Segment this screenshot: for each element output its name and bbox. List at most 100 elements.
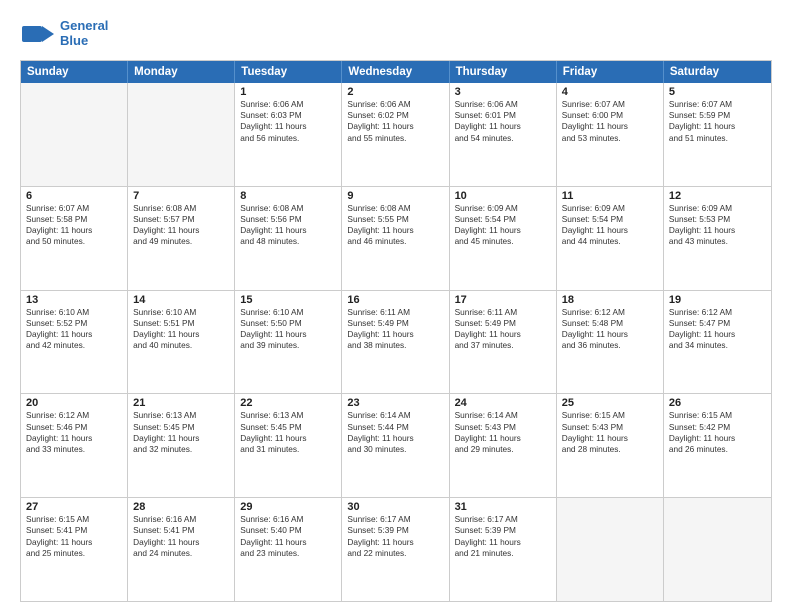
cell-line: Daylight: 11 hours (455, 433, 551, 444)
cell-line: and 45 minutes. (455, 236, 551, 247)
calendar-header-cell: Monday (128, 61, 235, 83)
day-number: 2 (347, 86, 443, 98)
calendar-cell: 15Sunrise: 6:10 AMSunset: 5:50 PMDayligh… (235, 291, 342, 394)
cell-line: Sunset: 5:56 PM (240, 214, 336, 225)
cell-line: Daylight: 11 hours (562, 329, 658, 340)
cell-line: and 56 minutes. (240, 133, 336, 144)
cell-line: Sunrise: 6:06 AM (455, 99, 551, 110)
calendar-header-cell: Friday (557, 61, 664, 83)
calendar-cell: 1Sunrise: 6:06 AMSunset: 6:03 PMDaylight… (235, 83, 342, 186)
cell-line: Daylight: 11 hours (26, 433, 122, 444)
day-number: 18 (562, 294, 658, 306)
cell-line: Sunrise: 6:06 AM (240, 99, 336, 110)
day-number: 28 (133, 501, 229, 513)
cell-line: Sunrise: 6:15 AM (26, 514, 122, 525)
day-number: 4 (562, 86, 658, 98)
calendar-cell: 23Sunrise: 6:14 AMSunset: 5:44 PMDayligh… (342, 394, 449, 497)
cell-line: and 43 minutes. (669, 236, 766, 247)
cell-line: and 49 minutes. (133, 236, 229, 247)
calendar-cell: 3Sunrise: 6:06 AMSunset: 6:01 PMDaylight… (450, 83, 557, 186)
cell-line: Sunrise: 6:15 AM (562, 410, 658, 421)
cell-line: Sunset: 5:52 PM (26, 318, 122, 329)
cell-line: and 50 minutes. (26, 236, 122, 247)
day-number: 19 (669, 294, 766, 306)
cell-line: and 34 minutes. (669, 340, 766, 351)
calendar-cell: 21Sunrise: 6:13 AMSunset: 5:45 PMDayligh… (128, 394, 235, 497)
cell-line: Sunrise: 6:09 AM (562, 203, 658, 214)
cell-line: Sunset: 5:43 PM (562, 422, 658, 433)
cell-line: Sunrise: 6:10 AM (240, 307, 336, 318)
cell-line: and 42 minutes. (26, 340, 122, 351)
cell-line: and 28 minutes. (562, 444, 658, 455)
calendar-cell: 6Sunrise: 6:07 AMSunset: 5:58 PMDaylight… (21, 187, 128, 290)
calendar-week: 13Sunrise: 6:10 AMSunset: 5:52 PMDayligh… (21, 291, 771, 395)
cell-line: Sunset: 5:40 PM (240, 525, 336, 536)
cell-line: Daylight: 11 hours (669, 121, 766, 132)
day-number: 30 (347, 501, 443, 513)
cell-line: Sunset: 5:42 PM (669, 422, 766, 433)
calendar-cell (21, 83, 128, 186)
cell-line: and 48 minutes. (240, 236, 336, 247)
calendar-cell (664, 498, 771, 601)
cell-line: Sunset: 5:45 PM (240, 422, 336, 433)
cell-line: Sunset: 5:49 PM (455, 318, 551, 329)
cell-line: Sunrise: 6:08 AM (133, 203, 229, 214)
page: General Blue SundayMondayTuesdayWednesda… (0, 0, 792, 612)
calendar-cell: 19Sunrise: 6:12 AMSunset: 5:47 PMDayligh… (664, 291, 771, 394)
calendar-week: 27Sunrise: 6:15 AMSunset: 5:41 PMDayligh… (21, 498, 771, 601)
cell-line: Daylight: 11 hours (455, 225, 551, 236)
cell-line: and 33 minutes. (26, 444, 122, 455)
calendar-cell: 8Sunrise: 6:08 AMSunset: 5:56 PMDaylight… (235, 187, 342, 290)
cell-line: Daylight: 11 hours (455, 121, 551, 132)
cell-line: Daylight: 11 hours (26, 537, 122, 548)
cell-line: Daylight: 11 hours (133, 537, 229, 548)
cell-line: and 38 minutes. (347, 340, 443, 351)
cell-line: Sunrise: 6:06 AM (347, 99, 443, 110)
cell-line: and 30 minutes. (347, 444, 443, 455)
calendar-cell: 2Sunrise: 6:06 AMSunset: 6:02 PMDaylight… (342, 83, 449, 186)
calendar-cell: 22Sunrise: 6:13 AMSunset: 5:45 PMDayligh… (235, 394, 342, 497)
cell-line: Daylight: 11 hours (347, 121, 443, 132)
cell-line: Daylight: 11 hours (240, 433, 336, 444)
cell-line: Sunset: 5:55 PM (347, 214, 443, 225)
day-number: 24 (455, 397, 551, 409)
cell-line: Daylight: 11 hours (26, 329, 122, 340)
cell-line: Sunset: 5:57 PM (133, 214, 229, 225)
calendar-cell (128, 83, 235, 186)
calendar-cell: 28Sunrise: 6:16 AMSunset: 5:41 PMDayligh… (128, 498, 235, 601)
calendar-cell: 30Sunrise: 6:17 AMSunset: 5:39 PMDayligh… (342, 498, 449, 601)
day-number: 12 (669, 190, 766, 202)
cell-line: and 24 minutes. (133, 548, 229, 559)
day-number: 29 (240, 501, 336, 513)
cell-line: and 46 minutes. (347, 236, 443, 247)
cell-line: and 40 minutes. (133, 340, 229, 351)
cell-line: and 22 minutes. (347, 548, 443, 559)
cell-line: Daylight: 11 hours (240, 329, 336, 340)
cell-line: Sunrise: 6:07 AM (669, 99, 766, 110)
cell-line: Sunset: 5:54 PM (562, 214, 658, 225)
cell-line: Sunrise: 6:17 AM (455, 514, 551, 525)
calendar-header: SundayMondayTuesdayWednesdayThursdayFrid… (21, 61, 771, 83)
cell-line: and 39 minutes. (240, 340, 336, 351)
day-number: 26 (669, 397, 766, 409)
day-number: 13 (26, 294, 122, 306)
calendar-cell: 25Sunrise: 6:15 AMSunset: 5:43 PMDayligh… (557, 394, 664, 497)
calendar-cell: 14Sunrise: 6:10 AMSunset: 5:51 PMDayligh… (128, 291, 235, 394)
cell-line: Sunset: 5:39 PM (347, 525, 443, 536)
calendar-cell: 10Sunrise: 6:09 AMSunset: 5:54 PMDayligh… (450, 187, 557, 290)
calendar-cell: 26Sunrise: 6:15 AMSunset: 5:42 PMDayligh… (664, 394, 771, 497)
cell-line: Daylight: 11 hours (347, 537, 443, 548)
day-number: 22 (240, 397, 336, 409)
cell-line: and 31 minutes. (240, 444, 336, 455)
day-number: 7 (133, 190, 229, 202)
cell-line: Sunrise: 6:16 AM (133, 514, 229, 525)
calendar-cell: 18Sunrise: 6:12 AMSunset: 5:48 PMDayligh… (557, 291, 664, 394)
cell-line: Daylight: 11 hours (133, 225, 229, 236)
cell-line: and 37 minutes. (455, 340, 551, 351)
cell-line: Sunset: 5:58 PM (26, 214, 122, 225)
cell-line: Daylight: 11 hours (240, 121, 336, 132)
cell-line: Sunset: 5:50 PM (240, 318, 336, 329)
cell-line: Sunset: 5:46 PM (26, 422, 122, 433)
cell-line: Daylight: 11 hours (133, 433, 229, 444)
cell-line: Daylight: 11 hours (26, 225, 122, 236)
